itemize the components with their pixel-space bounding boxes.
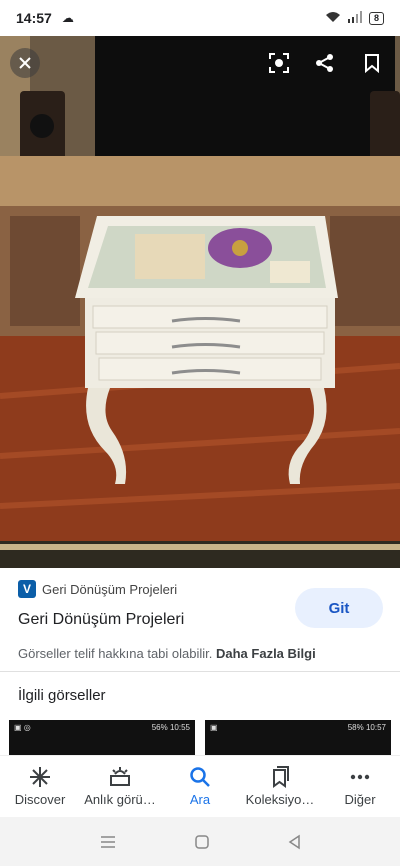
thumb-status-right: 56% 10:55 <box>151 723 190 732</box>
thumb-status-left: ▣ ◎ <box>14 723 31 732</box>
source-logo: V <box>18 580 36 598</box>
furniture-photo <box>0 36 400 568</box>
more-horiz-icon <box>350 774 370 780</box>
nav-label: Diğer <box>344 792 376 807</box>
bottom-nav: Discover Anlık görü… Ara Koleksiyo… Diğe… <box>0 755 400 817</box>
main-image[interactable] <box>0 36 400 568</box>
related-thumb-1[interactable]: ▣ ◎ 56% 10:55 <box>9 720 195 756</box>
wifi-icon <box>325 11 341 26</box>
home-icon[interactable] <box>194 834 210 850</box>
cloud-icon: ☁ <box>61 11 74 25</box>
bookmark-icon <box>365 54 379 73</box>
visit-button[interactable]: Git <box>295 588 383 628</box>
nav-snapshot[interactable]: Anlık görü… <box>80 756 160 817</box>
lens-icon <box>269 53 289 73</box>
back-icon[interactable] <box>287 834 301 850</box>
recents-icon[interactable] <box>99 835 117 849</box>
lens-button[interactable] <box>264 48 294 78</box>
signal-icon <box>347 10 363 26</box>
nav-collections[interactable]: Koleksiyo… <box>240 756 320 817</box>
search-icon <box>190 767 210 787</box>
close-button[interactable] <box>10 48 40 78</box>
nav-label: Ara <box>189 792 211 807</box>
divider <box>0 671 400 672</box>
status-time: 14:57 <box>16 10 52 26</box>
more-info-link[interactable]: Daha Fazla Bilgi <box>216 646 316 661</box>
battery-icon: 8 <box>368 11 384 25</box>
status-icons: 8 <box>325 10 384 26</box>
nav-label: Anlık görü… <box>84 792 156 807</box>
system-nav-bar <box>0 817 400 866</box>
bookmark-button[interactable] <box>357 48 387 78</box>
share-button[interactable] <box>310 48 340 78</box>
nav-search[interactable]: Ara <box>160 756 240 817</box>
page-title[interactable]: Geri Dönüşüm Projeleri <box>18 611 184 629</box>
thumb-status-right: 58% 10:57 <box>347 723 386 732</box>
nav-label: Koleksiyo… <box>245 792 315 807</box>
snapshot-icon <box>110 767 130 786</box>
related-heading: İlgili görseller <box>18 687 106 704</box>
copyright-notice: Görseller telif hakkına tabi olabilir. D… <box>18 646 316 661</box>
close-icon <box>19 57 31 69</box>
nav-more[interactable]: Diğer <box>320 756 400 817</box>
nav-discover[interactable]: Discover <box>0 756 80 817</box>
collections-icon <box>273 766 289 788</box>
share-icon <box>316 54 333 72</box>
nav-label: Discover <box>14 792 66 807</box>
source-row[interactable]: V Geri Dönüşüm Projeleri <box>18 580 177 598</box>
copyright-text: Görseller telif hakkına tabi olabilir. <box>18 646 213 661</box>
status-bar: 14:57 ☁ 8 <box>0 0 400 36</box>
source-name: Geri Dönüşüm Projeleri <box>42 581 178 597</box>
related-thumb-2[interactable]: ▣ 58% 10:57 <box>205 720 391 756</box>
thumb-status-left: ▣ <box>210 723 218 732</box>
asterisk-icon <box>30 767 50 787</box>
